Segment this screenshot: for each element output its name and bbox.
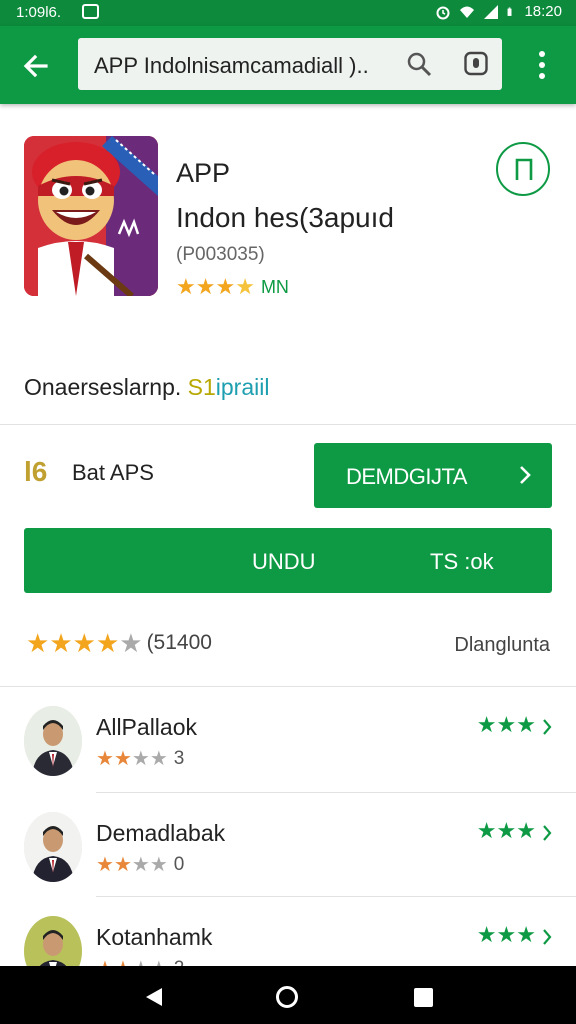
review-green-stars: ★ ★ ★ — [476, 818, 536, 843]
message-icon — [82, 4, 99, 19]
review-divider — [96, 792, 576, 793]
avatar — [24, 812, 82, 882]
signal-icon — [484, 4, 499, 19]
reviewer-name: Demadlabak — [96, 820, 226, 846]
see-all-reviews-link[interactable]: Dlanglunta — [454, 634, 550, 657]
reviewer-name: Kotanhamk — [96, 924, 213, 950]
app-description: Onaerseslarnp. S1ipraiil — [24, 374, 269, 401]
reviewer-name: AllPallaok — [96, 714, 197, 740]
wifi-icon — [460, 6, 475, 18]
install-button[interactable]: UNDU TS :ok — [24, 528, 552, 593]
star-icon: ★ — [119, 628, 143, 658]
rating-suffix: MN — [260, 276, 289, 297]
chevron-right-icon — [520, 466, 531, 484]
star-icon: ★ — [72, 628, 96, 658]
chevron-right-icon — [543, 929, 552, 945]
search-query-text: APP Indolnisamcamadiall ).. — [94, 53, 369, 78]
app-rating: ★ ★ ★ ★ MN — [176, 276, 289, 298]
demo-button-label: DEMDGIJTA — [346, 464, 467, 489]
demo-button[interactable]: DEMDGIJTA — [314, 443, 552, 508]
review-green-stars: ★ ★ ★ — [476, 712, 536, 737]
app-title-line2: Indon hes(3apuıd — [176, 202, 394, 233]
avatar — [24, 706, 82, 776]
app-title-line1: APP — [176, 158, 231, 188]
star-icon: ★ — [215, 274, 236, 299]
nav-recent-icon[interactable] — [414, 988, 433, 1007]
review-count: 0 — [173, 854, 185, 875]
search-icon[interactable] — [406, 51, 432, 77]
system-nav-bar — [0, 966, 576, 1024]
review-item[interactable]: Demadlabak ★ ★ ★ ★ 0 ★ ★ ★ — [0, 796, 576, 900]
mic-icon[interactable] — [464, 51, 488, 77]
rating-count: (51400 — [146, 631, 212, 654]
review-count: 3 — [173, 748, 185, 769]
status-time-left: 1:09l6. — [16, 4, 62, 21]
nav-back-icon[interactable] — [144, 986, 164, 1008]
tag-text: Bat APS — [72, 460, 154, 485]
star-icon: ★ — [176, 274, 196, 299]
app-toolbar: APP Indolnisamcamadiall ).. — [0, 26, 576, 104]
section-divider — [0, 686, 576, 687]
review-rating: ★ ★ ★ ★ 0 — [96, 854, 185, 876]
star-icon: ★ — [195, 274, 216, 299]
status-bar: 1:09l6. 18:20 — [0, 0, 576, 26]
app-icon[interactable] — [24, 136, 158, 296]
back-arrow-icon[interactable] — [18, 48, 54, 84]
rating-summary: ★ ★ ★ ★ ★ (51400 — [26, 630, 212, 656]
description-highlight-a: S1 — [187, 374, 216, 400]
alarm-icon — [436, 6, 450, 19]
section-divider — [0, 424, 576, 425]
tag-number: l6 — [24, 456, 48, 487]
battery-icon — [508, 7, 512, 16]
bookmark-icon — [515, 158, 533, 180]
search-field[interactable]: APP Indolnisamcamadiall ).. — [78, 38, 502, 90]
nav-home-icon[interactable] — [276, 986, 298, 1008]
review-item[interactable]: AllPallaok ★ ★ ★ ★ 3 ★ ★ ★ — [0, 690, 576, 794]
review-green-stars: ★ ★ ★ — [476, 922, 536, 947]
chevron-right-icon — [543, 825, 552, 841]
app-mascot-image — [24, 136, 158, 296]
bookmark-button[interactable] — [496, 142, 550, 196]
review-rating: ★ ★ ★ ★ 3 — [96, 748, 185, 770]
review-divider — [96, 896, 576, 897]
star-icon: ★ — [235, 274, 255, 299]
star-icon: ★ — [95, 628, 120, 658]
chevron-right-icon — [543, 719, 552, 735]
install-button-size: TS :ok — [430, 549, 494, 574]
description-highlight-b: ipraiil — [215, 374, 270, 400]
star-icon: ★ — [26, 628, 50, 658]
app-id-text: (P003035) — [176, 244, 265, 265]
more-vert-icon[interactable] — [530, 46, 554, 84]
status-time-right: 18:20 — [524, 3, 562, 20]
description-prefix: Onaerseslarnp. — [24, 374, 182, 400]
star-icon: ★ — [49, 628, 73, 658]
install-button-label: UNDU — [252, 549, 316, 574]
